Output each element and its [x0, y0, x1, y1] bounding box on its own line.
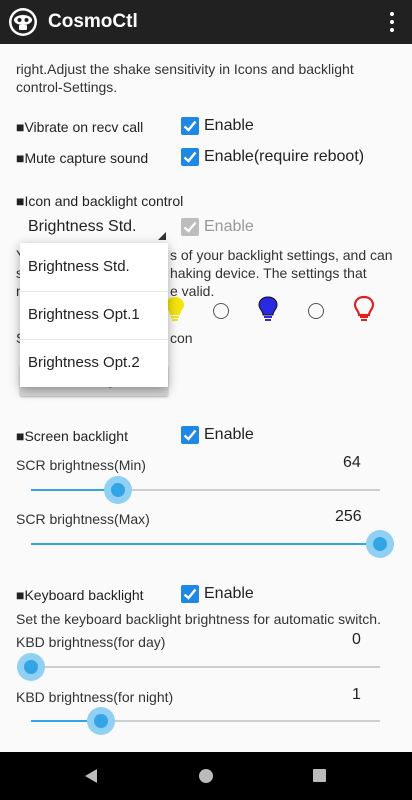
spinner-arrow-icon	[158, 232, 166, 240]
slider-track	[31, 666, 380, 668]
intro-line-2: control-Settings.	[16, 79, 118, 95]
settings-content[interactable]: right.Adjust the shake sensitivity in Ic…	[0, 44, 412, 752]
slider-thumb[interactable]	[87, 707, 115, 735]
check-icon	[183, 120, 197, 132]
app-title: CosmoCtl	[48, 11, 138, 32]
vibrate-checkbox[interactable]	[181, 117, 199, 135]
check-icon	[183, 429, 197, 441]
keyboard-backlight-enable-label: Enable	[204, 585, 254, 602]
intro-line-1: right.Adjust the shake sensitivity in Ic…	[16, 61, 354, 77]
dropdown-option-std[interactable]: Brightness Std.	[20, 243, 168, 291]
kbd-night-slider[interactable]	[31, 707, 380, 735]
screen-backlight-checkbox[interactable]	[181, 426, 199, 444]
recents-icon[interactable]	[313, 769, 326, 782]
mute-enable-label: Enable(require reboot)	[204, 148, 365, 165]
spinner-value: Brightness Std.	[28, 218, 137, 235]
bulb-blue-icon	[258, 296, 278, 321]
kbd-day-value: 0	[352, 631, 361, 648]
radio-blue[interactable]	[213, 303, 229, 319]
keyboard-backlight-label: ■Keyboard backlight	[16, 587, 144, 603]
scr-min-value: 64	[343, 454, 361, 471]
dropdown-option-opt2[interactable]: Brightness Opt.2	[20, 339, 168, 387]
check-icon	[183, 151, 197, 163]
check-icon	[183, 588, 197, 600]
icon-backlight-label: ■Icon and backlight control	[16, 193, 184, 209]
scr-max-slider[interactable]	[31, 530, 394, 558]
icon-desc-line-2: haking device. The settings that	[170, 265, 367, 281]
kbd-night-label: KBD brightness(for night)	[16, 689, 174, 705]
check-icon	[183, 221, 197, 233]
overflow-menu-icon[interactable]	[382, 8, 402, 36]
screen-backlight-enable-label: Enable	[204, 426, 254, 443]
scr-max-value: 256	[335, 508, 362, 525]
dropdown-option-opt1[interactable]: Brightness Opt.1	[20, 291, 168, 339]
screen-backlight-label: ■Screen backlight	[16, 428, 128, 444]
scr-max-label: SCR brightness(Max)	[16, 511, 150, 527]
back-icon[interactable]	[85, 769, 97, 783]
vibrate-label: ■Vibrate on recv call	[16, 119, 144, 135]
home-icon[interactable]	[199, 769, 213, 783]
icon-backlight-checkbox[interactable]	[181, 218, 199, 236]
slider-thumb[interactable]	[17, 653, 45, 681]
mute-label: ■Mute capture sound	[16, 150, 149, 166]
app-bar: CosmoCtl	[0, 0, 412, 44]
mute-checkbox[interactable]	[181, 148, 199, 166]
kbd-day-label: KBD brightness(for day)	[16, 634, 166, 650]
brightness-dropdown: Brightness Std. Brightness Opt.1 Brightn…	[20, 243, 168, 387]
icon-backlight-enable-label: Enable	[204, 218, 254, 235]
keyboard-desc: Set the keyboard backlight brightness fo…	[16, 611, 381, 627]
select-label: con	[170, 330, 193, 346]
slider-thumb[interactable]	[366, 530, 394, 558]
system-nav-bar	[0, 752, 412, 800]
scr-min-label: SCR brightness(Min)	[16, 457, 146, 473]
kbd-night-value: 1	[352, 686, 361, 703]
bulb-red-icon	[353, 295, 375, 321]
keyboard-backlight-checkbox[interactable]	[181, 585, 199, 603]
vibrate-enable-label: Enable	[204, 117, 254, 134]
radio-red[interactable]	[308, 303, 324, 319]
slider-fill	[31, 543, 380, 545]
kbd-day-slider[interactable]	[17, 653, 380, 681]
slider-thumb[interactable]	[104, 476, 132, 504]
app-logo-icon	[9, 8, 37, 36]
scr-min-slider[interactable]	[31, 476, 380, 504]
icon-desc-line-1: s of your backlight settings, and can	[170, 247, 393, 263]
